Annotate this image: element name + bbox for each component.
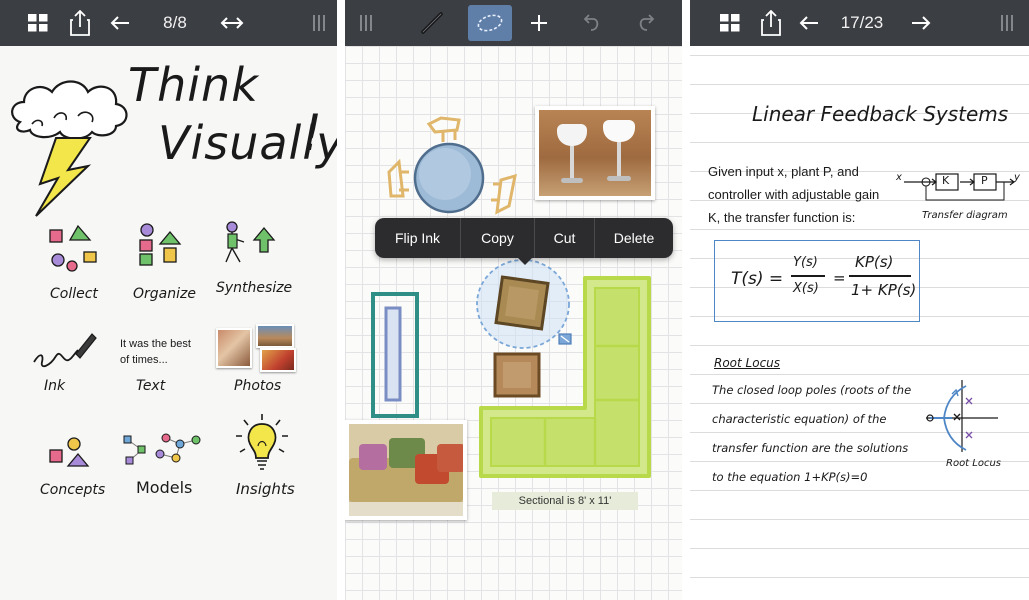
- note-canvas[interactable]: Think Visually ! Collect Organize Synthe…: [0, 46, 337, 600]
- tile-label-collect: Collect: [50, 286, 98, 302]
- page-counter: 8/8: [163, 13, 187, 32]
- text-sample-line: of times...: [120, 354, 168, 366]
- lasso-tool-icon[interactable]: [468, 5, 512, 41]
- plus-icon[interactable]: [527, 0, 551, 46]
- panel-floor-plan: Sectional is 8' x 11' Flip Ink Copy Cut …: [345, 0, 682, 600]
- equation-frac1-num: Y(s): [793, 255, 818, 270]
- tile-label-text: Text: [136, 378, 166, 394]
- panel-lines-icon[interactable]: [355, 0, 377, 46]
- section-title-root-locus: Root Locus: [714, 356, 781, 370]
- root-locus-sketch: [926, 380, 998, 452]
- tile-label-ink: Ink: [44, 378, 66, 394]
- redo-icon[interactable]: [635, 0, 659, 46]
- block-diagram-drawing: [904, 173, 1015, 201]
- round-table-drawing: [387, 116, 517, 215]
- arrow-left-icon[interactable]: [796, 0, 822, 46]
- sectional-caption: Sectional is 8' x 11': [492, 492, 638, 510]
- sofa-photo[interactable]: [345, 420, 467, 520]
- note-canvas[interactable]: Sectional is 8' x 11' Flip Ink Copy Cut …: [345, 46, 682, 600]
- shapes-icon: [49, 224, 97, 272]
- intro-line: controller with adjustable gain: [708, 187, 880, 202]
- tile-label-concepts: Concepts: [40, 482, 106, 498]
- fraction-bar: [849, 275, 911, 277]
- note-title: Linear Feedback Systems: [752, 102, 1009, 126]
- panel-think-visually: 8/8 Think Visually ! Collect Organize Sy…: [0, 0, 337, 600]
- menu-item-delete[interactable]: Delete: [595, 218, 673, 258]
- root-locus-caption: Root Locus: [946, 458, 1002, 469]
- tile-label-photos: Photos: [234, 378, 282, 394]
- storm-cloud-icon: [11, 80, 128, 217]
- arrow-right-icon[interactable]: [908, 0, 934, 46]
- headline-think: Think: [128, 58, 259, 112]
- intro-text: Given input x, plant P, and controller w…: [708, 160, 879, 229]
- intro-line: K, the transfer function is:: [708, 210, 856, 225]
- equation-eq: =: [833, 269, 846, 287]
- note-canvas[interactable]: Linear Feedback Systems Given input x, p…: [690, 46, 1029, 600]
- headline-exclamation: !: [302, 104, 323, 162]
- menu-item-flip-ink[interactable]: Flip Ink: [375, 218, 461, 258]
- menu-item-cut[interactable]: Cut: [535, 218, 595, 258]
- tile-label-organize: Organize: [133, 286, 196, 302]
- root-locus-text: The closed loop poles (roots of the char…: [712, 376, 911, 492]
- network-icon: [123, 433, 201, 465]
- share-icon[interactable]: [65, 0, 95, 46]
- grid-icon[interactable]: [714, 0, 746, 46]
- photos-icon: [216, 324, 296, 372]
- grid-icon[interactable]: [22, 0, 54, 46]
- text-sample: It was the best of times...: [120, 336, 191, 368]
- equation-frac1-den: X(s): [793, 281, 819, 296]
- lightbulb-icon: [236, 414, 288, 470]
- arrow-left-icon[interactable]: [107, 0, 133, 46]
- panel-lines-icon[interactable]: [996, 0, 1018, 46]
- bookshelf-drawing: [371, 292, 419, 418]
- context-menu-pointer: [517, 257, 533, 265]
- page-counter: 17/23: [840, 13, 884, 32]
- undo-icon[interactable]: [579, 0, 603, 46]
- diagram-k: K: [942, 174, 950, 187]
- diagram-x: x: [896, 172, 902, 183]
- diagram-p: P: [981, 174, 988, 187]
- intro-line: Given input x, plant P, and: [708, 164, 859, 179]
- body-line: The closed loop poles (roots of the: [712, 383, 912, 397]
- toolbar: 17/23: [690, 0, 1029, 46]
- toolbar: [345, 0, 682, 46]
- toolbar: 8/8: [0, 0, 337, 46]
- body-line: characteristic equation) of the: [712, 412, 887, 426]
- stacked-shapes-icon: [139, 223, 182, 266]
- expand-horizontal-icon[interactable]: [218, 0, 246, 46]
- concept-shapes-icon: [49, 437, 90, 467]
- tile-label-insights: Insights: [236, 480, 295, 498]
- person-arrow-icon: [225, 221, 276, 263]
- text-sample-line: It was the best: [120, 338, 191, 350]
- share-icon[interactable]: [756, 0, 786, 46]
- diagram-y: y: [1014, 172, 1020, 183]
- diagram-caption: Transfer diagram: [922, 210, 1008, 221]
- sectional-sofa-drawing: [479, 276, 651, 478]
- panel-linear-feedback: 17/23 Linear Feedback Systems Given inpu…: [690, 0, 1029, 600]
- equation-lhs: T(s) =: [731, 269, 784, 289]
- menu-item-copy[interactable]: Copy: [461, 218, 535, 258]
- equation-frac2-num: KP(s): [855, 253, 894, 271]
- tile-label-synthesize: Synthesize: [216, 280, 293, 296]
- body-line: transfer function are the solutions: [712, 441, 909, 455]
- panel-lines-icon[interactable]: [308, 0, 330, 46]
- pen-tool-icon[interactable]: [415, 0, 449, 46]
- fraction-bar: [791, 275, 825, 277]
- stools-photo[interactable]: [535, 106, 655, 200]
- pen-scribble-icon: [33, 333, 97, 368]
- transfer-function-box: T(s) = Y(s) X(s) = KP(s) 1+ KP(s): [714, 240, 920, 322]
- transfer-diagram: x K P y Transfer diagram: [896, 168, 1022, 228]
- tile-label-models: Models: [136, 478, 193, 497]
- context-menu: Flip Ink Copy Cut Delete: [375, 218, 673, 258]
- body-line: to the equation 1+KP(s)=0: [712, 470, 868, 484]
- equation-frac2-den: 1+ KP(s): [851, 281, 917, 299]
